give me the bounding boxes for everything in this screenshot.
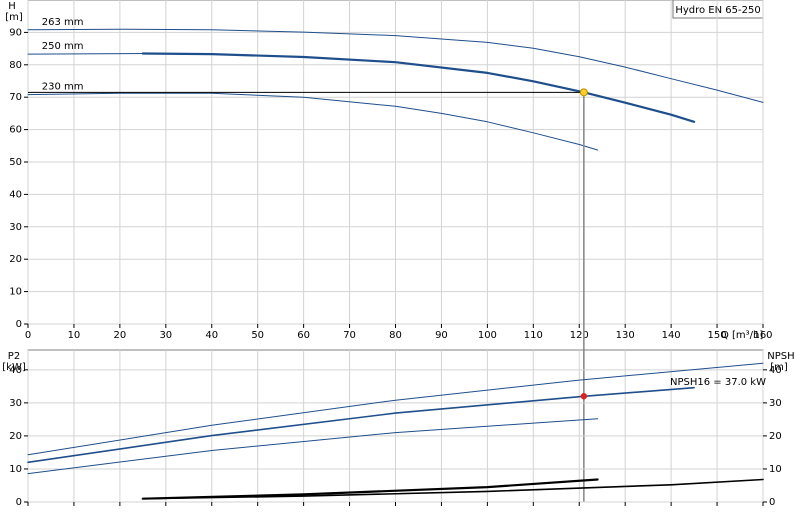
head-tick-label-y: 40	[9, 189, 22, 200]
head-tick-label-y: 50	[9, 157, 22, 168]
head-tick-label-x: 10	[68, 330, 81, 341]
head-tick-label-x: 120	[570, 330, 589, 341]
head-tick-label-x: 60	[297, 330, 310, 341]
head-tick-label-x: 20	[114, 330, 127, 341]
head-tick-label-x: 30	[159, 330, 172, 341]
head-tick-label-x: 110	[524, 330, 543, 341]
head-tick-label-x: 50	[251, 330, 264, 341]
y-axis-unit-head: [m]	[5, 12, 23, 23]
npsh-tick-label-y: 30	[769, 398, 782, 409]
head-tick-label-y: 70	[9, 92, 22, 103]
npsh-tick-label-y: 20	[769, 431, 782, 442]
npsh-tick-label-y: 10	[769, 464, 782, 475]
chart-title: Hydro EN 65-250	[675, 5, 760, 16]
npsh-annotation: NPSH16 = 37.0 kW	[670, 377, 766, 388]
power-tick-label-y: 30	[9, 398, 22, 409]
head-tick-label-x: 100	[478, 330, 497, 341]
head-tick-label-y: 30	[9, 222, 22, 233]
head-tick-label-x: 140	[662, 330, 681, 341]
power-operating-point	[580, 393, 588, 400]
head-tick-label-y: 60	[9, 125, 22, 136]
operating-point-marker	[579, 88, 588, 97]
npsh-axis-label: NPSH	[767, 351, 794, 362]
power-tick-label-y: 20	[9, 431, 22, 442]
head-tick-label-y: 80	[9, 60, 22, 71]
head-tick-label-x: 80	[389, 330, 402, 341]
head-tick-label-y: 20	[9, 254, 22, 265]
power-series-line	[27, 386, 695, 464]
head-tick-label-x: 130	[616, 330, 635, 341]
y-axis-label-head: H	[8, 1, 16, 12]
head-tick-label-x: 40	[205, 330, 218, 341]
power-chart-grid	[27, 349, 764, 503]
pump-curve-figure: Hydro EN 65-250 H [m] Q [m³/h] P2 [kW] N…	[0, 0, 800, 520]
head-tick-label-y: 0	[16, 319, 22, 330]
head-tick-label-x: 70	[343, 330, 356, 341]
head-chart-ticks: 0 10 20 30 40 50 60 70 80 90 100 110 120 130 140 150 160…	[9, 27, 772, 341]
power-tick-label-y: 0	[16, 497, 22, 508]
power-tick-label-y: 10	[9, 464, 22, 475]
head-tick-label-x: 90	[435, 330, 448, 341]
head-tick-label-y: 10	[9, 287, 22, 298]
head-series-line	[27, 92, 599, 151]
power-tick-label-y: 40	[9, 365, 22, 376]
head-tick-label-y: 90	[9, 27, 22, 38]
head-chart-grid	[27, 0, 764, 325]
head-tick-label-x: 150	[708, 330, 727, 341]
head-tick-label-x: 160	[753, 330, 772, 341]
impeller-label: 263 mm	[42, 17, 84, 28]
head-series-line	[27, 53, 144, 55]
power-axis-label: P2	[8, 351, 20, 362]
pump-curve-chart: Hydro EN 65-250 H [m] Q [m³/h] P2 [kW] N…	[2, 0, 795, 508]
power-series-line	[27, 418, 599, 475]
impeller-label: 250 mm	[42, 41, 84, 52]
head-chart-series-labels: 263 mm 250 mm 230 mm	[42, 17, 84, 93]
npsh-tick-label-y: 40	[769, 365, 782, 376]
npsh-tick-label-y: 0	[769, 497, 775, 508]
head-tick-label-x: 0	[25, 330, 31, 341]
impeller-label: 230 mm	[42, 82, 84, 93]
